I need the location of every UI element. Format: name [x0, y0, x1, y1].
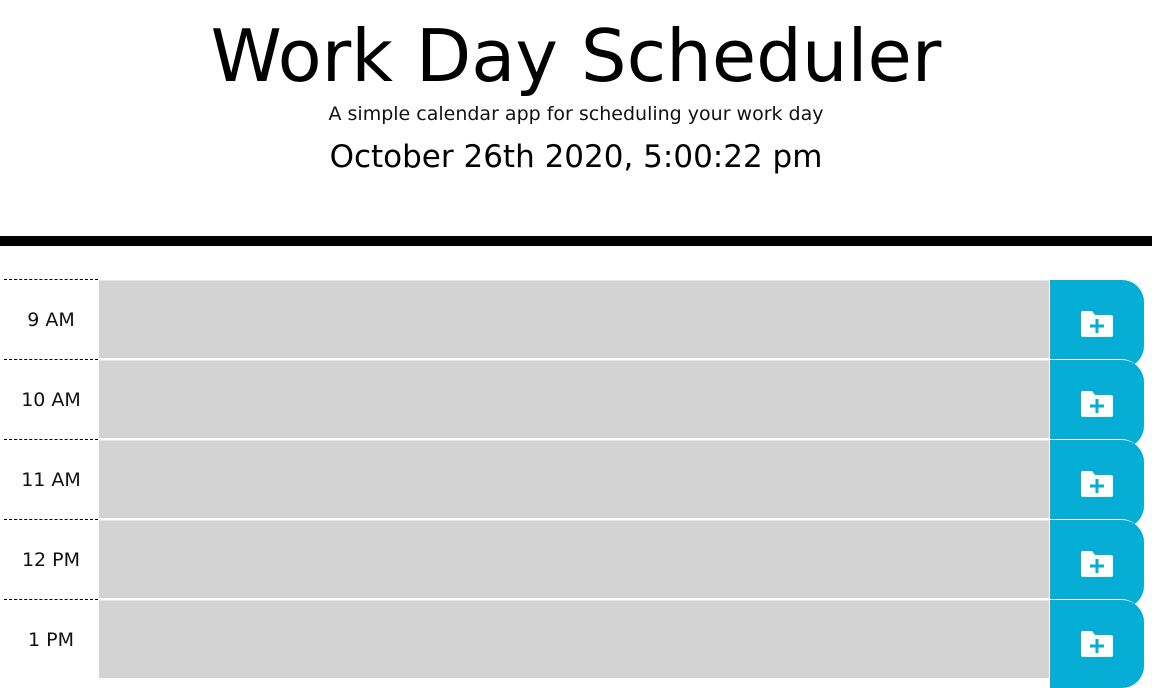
save-button[interactable]: [1050, 280, 1144, 368]
timeblock-row: 12 PM: [0, 519, 1152, 608]
folder-plus-icon: [1080, 550, 1114, 578]
timeblock-row: 10 AM: [0, 359, 1152, 448]
save-button[interactable]: [1050, 520, 1144, 608]
folder-plus-icon: [1080, 630, 1114, 658]
hour-label: 10 AM: [4, 359, 98, 439]
hour-label: 12 PM: [4, 519, 98, 599]
task-textarea[interactable]: [99, 440, 1049, 518]
hour-label: 1 PM: [4, 599, 98, 679]
header-divider: [0, 236, 1152, 246]
hour-label: 11 AM: [4, 439, 98, 519]
save-button[interactable]: [1050, 440, 1144, 528]
page-subtitle: A simple calendar app for scheduling you…: [328, 103, 824, 125]
hour-label: 9 AM: [4, 279, 98, 359]
page-title: Work Day Scheduler: [210, 14, 942, 98]
timeblock-list: 9 AM 10 AM 11 AM 12 PM 1 PM: [0, 279, 1152, 688]
timeblock-row: 11 AM: [0, 439, 1152, 528]
folder-plus-icon: [1080, 310, 1114, 338]
task-textarea[interactable]: [99, 600, 1049, 678]
save-button[interactable]: [1050, 600, 1144, 688]
jumbotron-header: Work Day Scheduler A simple calendar app…: [0, 0, 1152, 236]
task-textarea[interactable]: [99, 520, 1049, 598]
timeblock-row: 9 AM: [0, 279, 1152, 368]
save-button[interactable]: [1050, 360, 1144, 448]
timeblock-row: 1 PM: [0, 599, 1152, 688]
task-textarea[interactable]: [99, 280, 1049, 358]
folder-plus-icon: [1080, 390, 1114, 418]
current-datetime: October 26th 2020, 5:00:22 pm: [329, 139, 823, 175]
task-textarea[interactable]: [99, 360, 1049, 438]
folder-plus-icon: [1080, 470, 1114, 498]
